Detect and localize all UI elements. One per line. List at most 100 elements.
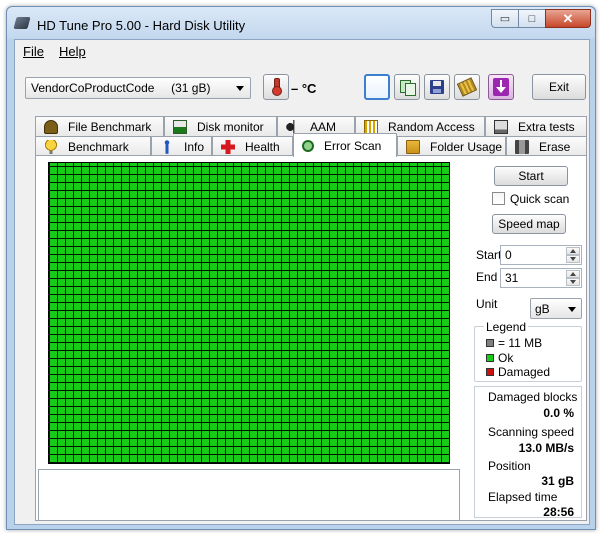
file-benchmark-icon (44, 120, 58, 134)
health-cross-icon (221, 140, 235, 154)
spin-up-icon[interactable] (566, 270, 580, 278)
tab-erase[interactable]: Erase (506, 136, 587, 157)
menu-bar: File Help (15, 40, 589, 62)
start-value: 0 (505, 248, 512, 262)
quick-scan-checkbox[interactable] (492, 192, 505, 205)
folder-icon (406, 140, 420, 154)
end-field-label: End (476, 270, 498, 284)
tab-label: Extra tests (518, 120, 575, 134)
tab-health[interactable]: Health (212, 136, 293, 157)
end-value: 31 (505, 271, 519, 285)
position-value: 31 gB (541, 474, 574, 488)
temperature-button[interactable] (263, 74, 289, 100)
speaker-icon (286, 120, 300, 134)
save-button[interactable] (424, 74, 450, 100)
spin-arrows[interactable] (566, 270, 580, 286)
title-bar[interactable]: HD Tune Pro 5.00 - Hard Disk Utility ▭ □… (7, 7, 595, 39)
drive-select-value: VendorCoProductCode (31 gB) (31, 81, 211, 95)
legend-label: = 11 MB (498, 336, 543, 350)
tab-label: Info (184, 140, 205, 154)
position-label: Position (488, 459, 531, 473)
damaged-blocks-value: 0.0 % (543, 406, 574, 420)
chevron-down-icon (568, 307, 576, 312)
drive-select[interactable]: VendorCoProductCode (31 gB) (25, 77, 251, 99)
app-window: HD Tune Pro 5.00 - Hard Disk Utility ▭ □… (6, 6, 596, 530)
exit-button[interactable]: Exit (532, 74, 586, 100)
toolbar: VendorCoProductCode (31 gB) – °C Exit (15, 62, 589, 110)
chevron-down-icon (236, 86, 244, 91)
extra-tests-icon (494, 120, 508, 134)
client-area: File Help VendorCoProductCode (31 gB) – … (14, 39, 590, 525)
scanning-speed-label: Scanning speed (488, 425, 575, 439)
chip-icon (456, 77, 478, 97)
menu-file-label: File (23, 44, 44, 59)
menu-help[interactable]: Help (59, 44, 86, 59)
tab-disk-monitor[interactable]: Disk monitor (164, 116, 277, 137)
scanning-speed-value: 13.0 MB/s (518, 441, 574, 455)
menu-file[interactable]: File (23, 44, 44, 59)
options-button[interactable] (454, 74, 480, 100)
info-icon (160, 140, 174, 154)
tab-benchmark[interactable]: Benchmark (35, 136, 151, 157)
tab-label: Random Access (388, 120, 475, 134)
tab-label: Erase (539, 140, 571, 154)
tab-label: Error Scan (324, 138, 382, 153)
maximize-button[interactable]: □ (518, 9, 546, 28)
tab-label: Folder Usage (430, 140, 503, 154)
legend-item-damaged: Damaged (486, 365, 550, 379)
tab-file-benchmark[interactable]: File Benchmark (35, 116, 164, 137)
speed-map-button[interactable]: Speed map (492, 214, 566, 234)
tab-folder-usage[interactable]: Folder Usage (397, 136, 506, 157)
unit-label: Unit (476, 297, 498, 311)
blank-toolbar-button[interactable] (364, 74, 390, 100)
temperature-readout: – °C (291, 81, 317, 96)
spin-down-icon[interactable] (566, 255, 580, 263)
unit-select[interactable]: gB (530, 298, 582, 319)
quick-scan-label: Quick scan (510, 192, 570, 206)
elapsed-time-value: 28:56 (543, 505, 574, 519)
tab-label: Benchmark (68, 140, 129, 154)
tab-label: AAM (310, 120, 337, 134)
legend-item-ok: Ok (486, 351, 513, 365)
scan-block-grid (48, 162, 450, 464)
tab-info[interactable]: Info (151, 136, 212, 157)
start-button[interactable]: Start (494, 166, 568, 186)
error-scan-panel: Start Quick scan Speed map Start 0 End 3… (35, 155, 587, 521)
red-swatch-icon (486, 368, 494, 376)
download-button[interactable] (488, 74, 514, 100)
end-spin-input[interactable]: 31 (500, 268, 582, 288)
thermometer-icon (272, 78, 282, 96)
start-spin-input[interactable]: 0 (500, 245, 582, 265)
spin-up-icon[interactable] (566, 247, 580, 255)
window-title: HD Tune Pro 5.00 - Hard Disk Utility (37, 18, 246, 33)
scan-log-box[interactable] (38, 469, 460, 521)
download-icon (493, 78, 509, 96)
benchmark-icon (44, 140, 58, 154)
tab-label: Health (245, 140, 280, 154)
start-field-label: Start (476, 248, 502, 262)
spin-down-icon[interactable] (566, 278, 580, 286)
copy-icon (400, 80, 416, 96)
copy-button[interactable] (394, 74, 420, 100)
app-disk-icon (13, 17, 31, 29)
spin-arrows[interactable] (566, 247, 580, 263)
tab-label: Disk monitor (197, 120, 264, 134)
elapsed-time-label: Elapsed time (488, 490, 558, 504)
legend-item-size: = 11 MB (486, 336, 542, 350)
random-access-icon (364, 120, 378, 134)
unit-select-value: gB (535, 302, 550, 316)
disk-monitor-icon (173, 120, 187, 134)
gray-swatch-icon (486, 339, 494, 347)
tab-error-scan[interactable]: Error Scan (293, 133, 397, 157)
close-button[interactable]: ✕ (545, 9, 591, 28)
damaged-blocks-label: Damaged blocks (488, 390, 578, 404)
tab-label: File Benchmark (68, 120, 152, 134)
trash-icon (515, 140, 529, 154)
minimize-button[interactable]: ▭ (491, 9, 519, 28)
window-controls: ▭ □ ✕ (491, 9, 591, 28)
save-icon (430, 80, 444, 94)
magnifier-icon (302, 139, 314, 152)
tab-extra-tests[interactable]: Extra tests (485, 116, 587, 137)
green-swatch-icon (486, 354, 494, 362)
legend-title: Legend (484, 320, 529, 334)
